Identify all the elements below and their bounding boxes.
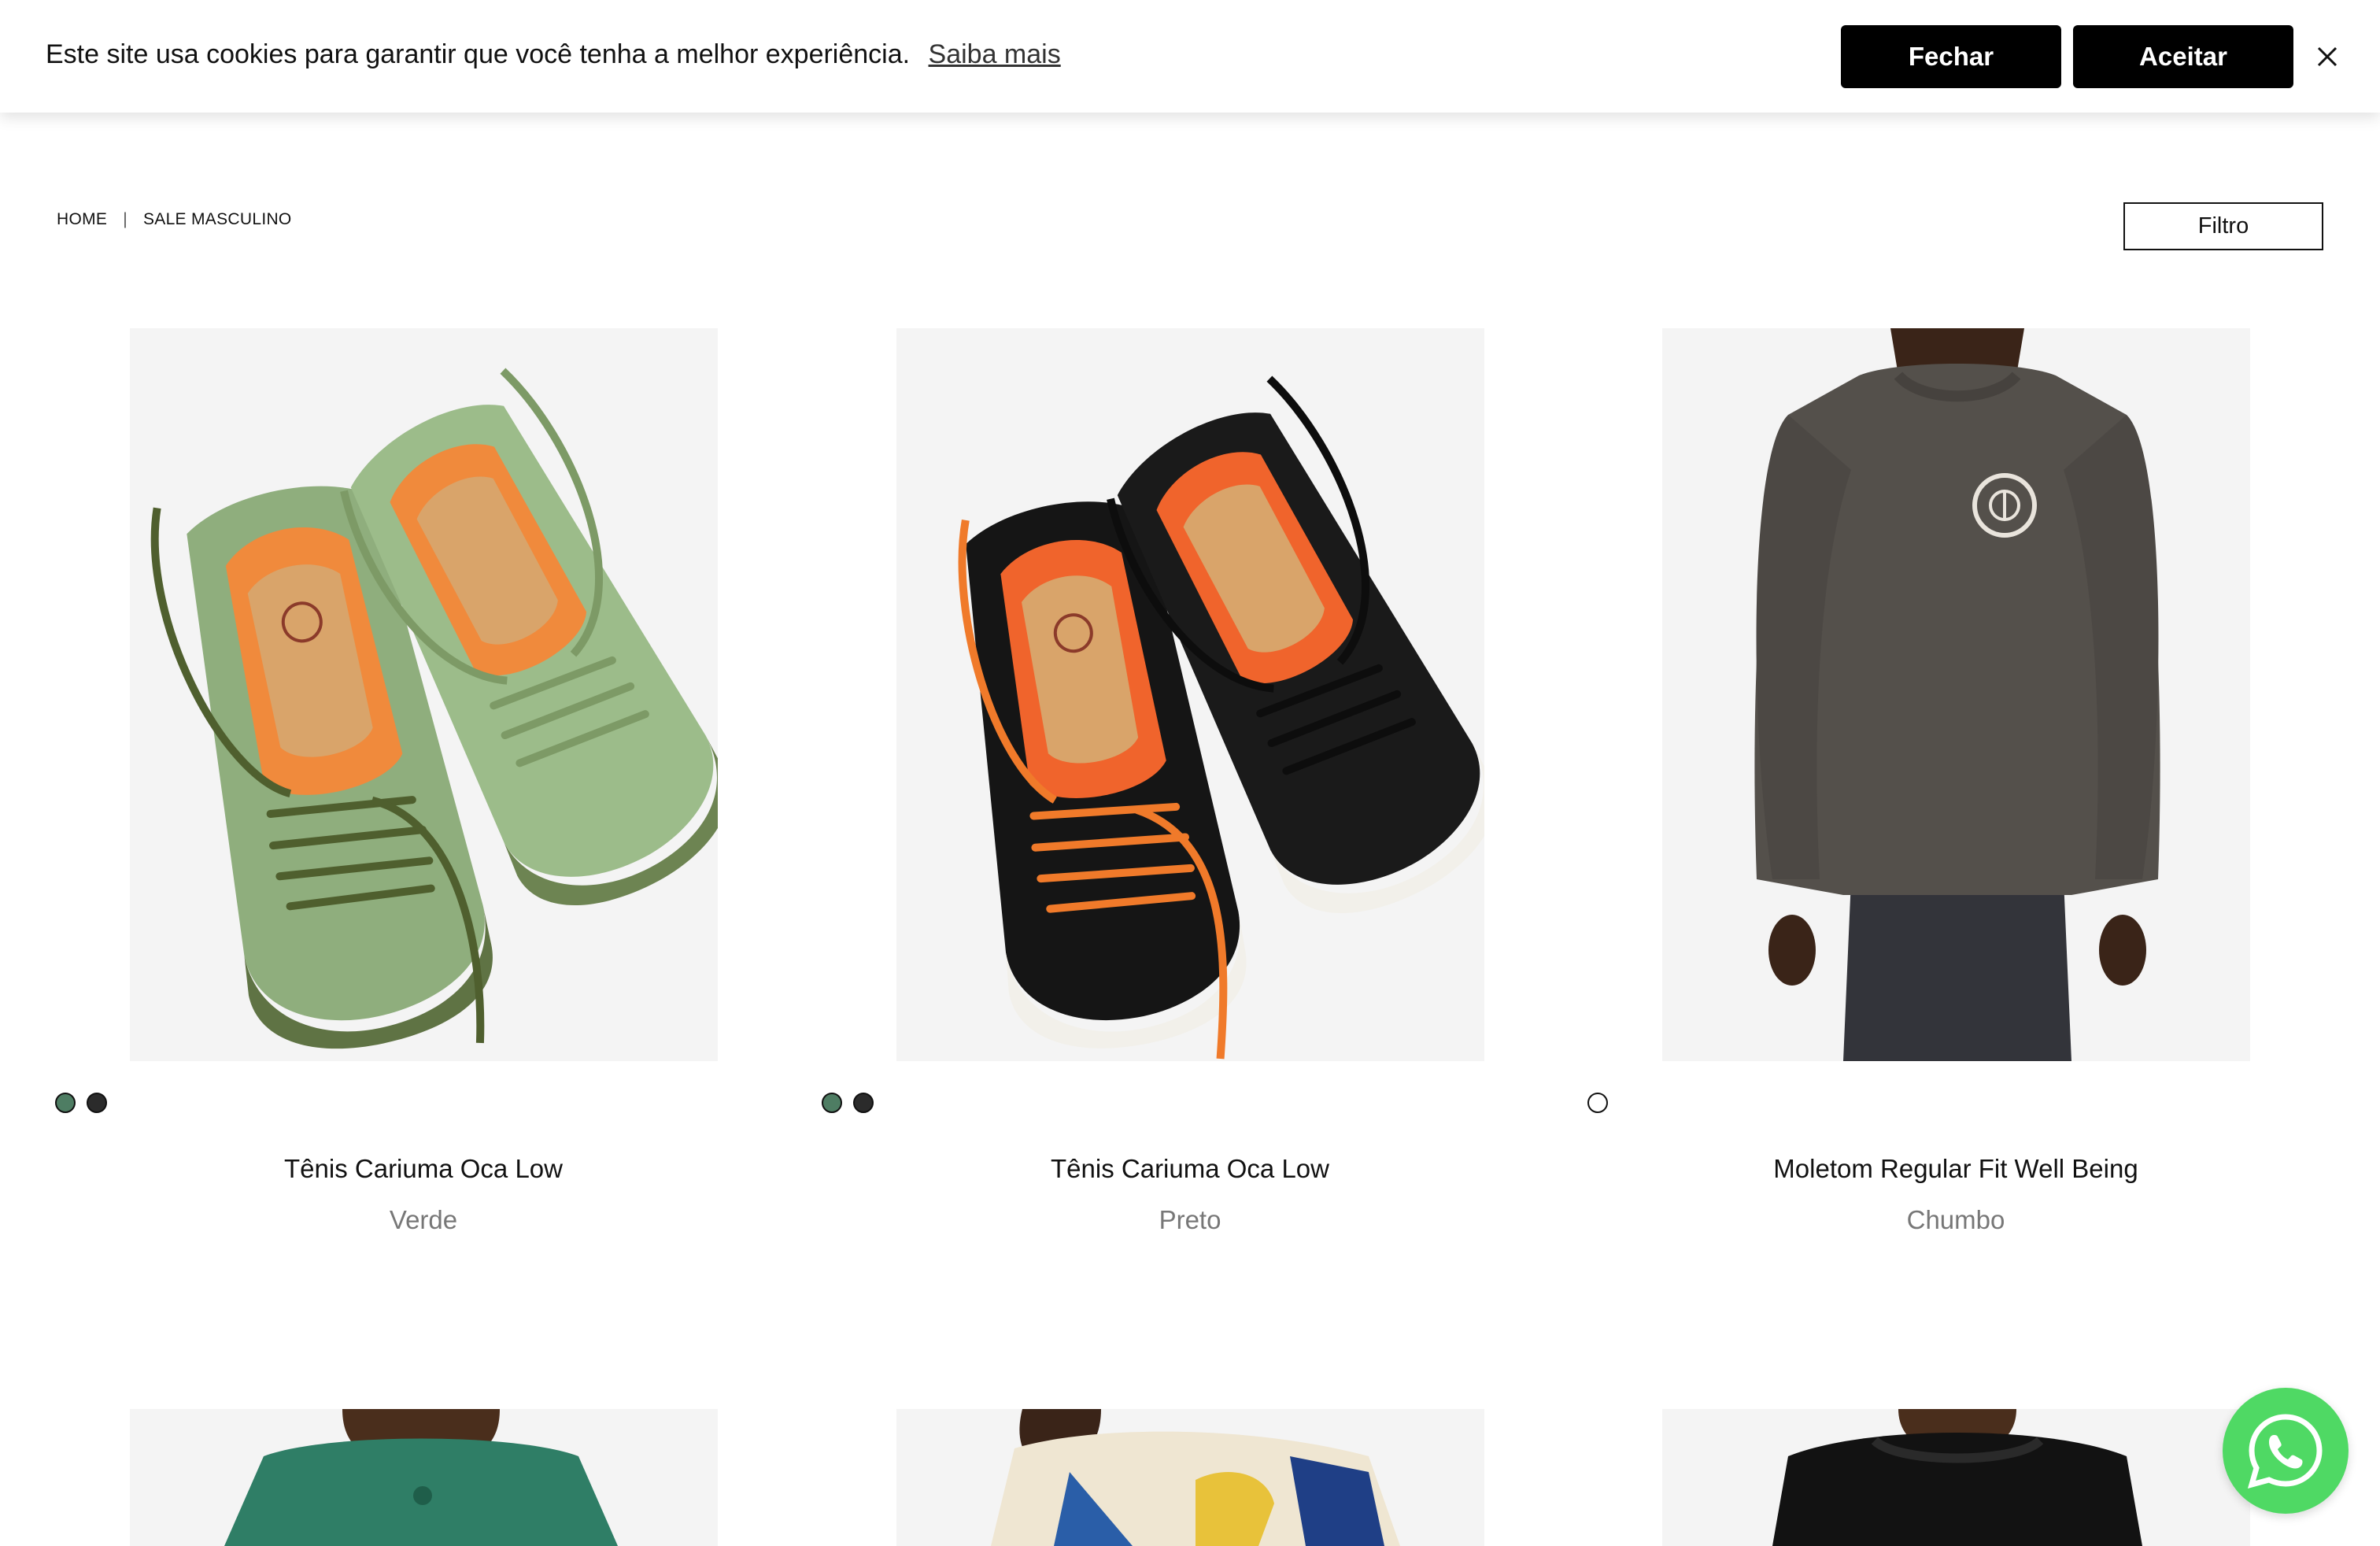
product-image[interactable] (130, 328, 718, 1061)
product-image[interactable] (896, 1409, 1484, 1546)
whatsapp-icon (2247, 1414, 2323, 1489)
breadcrumb: HOME | SALE MASCULINO (57, 210, 292, 229)
cookie-message-row: Este site usa cookies para garantir que … (46, 39, 1061, 70)
swatch-green[interactable] (55, 1093, 76, 1113)
color-swatches (822, 1093, 874, 1113)
close-icon[interactable] (2312, 41, 2343, 72)
breadcrumb-current[interactable]: SALE MASCULINO (143, 210, 292, 229)
filter-button[interactable]: Filtro (2123, 202, 2323, 250)
product-image[interactable] (130, 1409, 718, 1546)
whatsapp-button[interactable] (2223, 1388, 2349, 1514)
product-name[interactable]: Moletom Regular Fit Well Being (1602, 1154, 2310, 1184)
breadcrumb-home[interactable]: HOME (57, 210, 107, 229)
swatch-black[interactable] (87, 1093, 107, 1113)
swatch-black[interactable] (853, 1093, 874, 1113)
accept-cookie-button[interactable]: Aceitar (2073, 25, 2293, 88)
product-name[interactable]: Tênis Cariuma Oca Low (69, 1154, 778, 1184)
color-swatches (55, 1093, 107, 1113)
cookie-message: Este site usa cookies para garantir que … (46, 39, 911, 69)
cookie-banner: Este site usa cookies para garantir que … (0, 0, 2380, 113)
product-image[interactable] (896, 328, 1484, 1061)
close-cookie-button[interactable]: Fechar (1841, 25, 2061, 88)
breadcrumb-separator: | (123, 210, 128, 228)
learn-more-link[interactable]: Saiba mais (929, 39, 1061, 69)
swatch-green[interactable] (822, 1093, 842, 1113)
product-color: Chumbo (1906, 1205, 2005, 1234)
product-color: Verde (389, 1205, 458, 1234)
swatch-white[interactable] (1587, 1093, 1608, 1113)
product-image[interactable] (1662, 1409, 2250, 1546)
product-image[interactable] (1662, 328, 2250, 1061)
color-swatches (1587, 1093, 1608, 1113)
product-color: Preto (1159, 1205, 1221, 1234)
product-name[interactable]: Tênis Cariuma Oca Low (836, 1154, 1544, 1184)
